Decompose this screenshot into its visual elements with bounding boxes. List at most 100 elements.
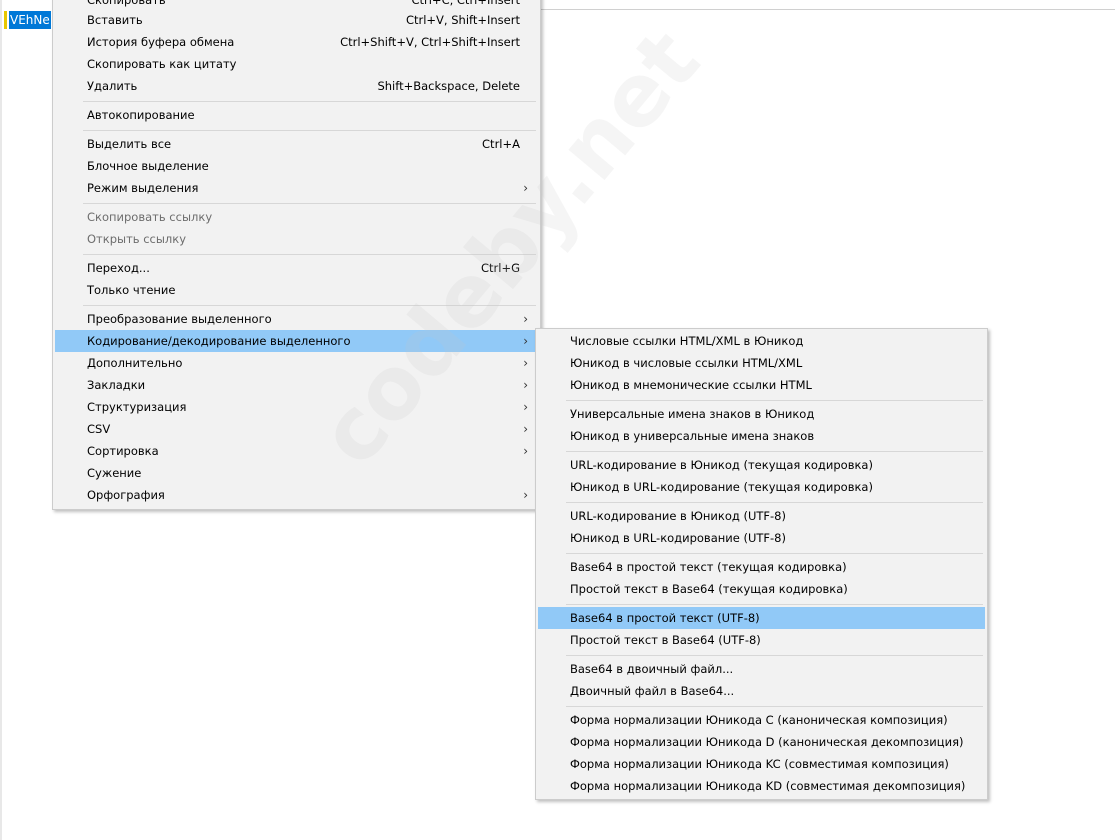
menu-item-goto[interactable]: Переход... Ctrl+G xyxy=(55,257,538,279)
menu-item-encode-decode-selection[interactable]: Кодирование/декодирование выделенного › xyxy=(55,330,538,352)
menu-item-label: Закладки xyxy=(87,378,146,392)
menu-separator xyxy=(83,130,536,131)
submenu-item-unicode-to-html-mnemonic[interactable]: Юникод в мнемонические ссылки HTML xyxy=(538,374,985,396)
context-menu: Скопировать Ctrl+C, Ctrl+Insert Вставить… xyxy=(52,0,541,510)
submenu-item-nfkc[interactable]: Форма нормализации Юникода KC (совместим… xyxy=(538,753,985,775)
submenu-item-label: Простой текст в Base64 (текущая кодировк… xyxy=(570,582,848,596)
submenu-item-label: Юникод в URL-кодирование (UTF-8) xyxy=(570,531,786,545)
submenu-item-label: Числовые ссылки HTML/XML в Юникод xyxy=(570,334,804,348)
menu-separator xyxy=(83,305,536,306)
menu-item-label: Сужение xyxy=(87,466,142,480)
menu-item-label: Преобразование выделенного xyxy=(87,312,272,326)
menu-item-open-link[interactable]: Открыть ссылку xyxy=(55,228,538,250)
menu-item-label: Удалить xyxy=(87,79,138,93)
submenu-item-unicode-to-url-utf8[interactable]: Юникод в URL-кодирование (UTF-8) xyxy=(538,527,985,549)
menu-item-block-selection[interactable]: Блочное выделение xyxy=(55,155,538,177)
menu-item-label: Переход... xyxy=(87,261,150,275)
menu-item-shortcut: Shift+Backspace, Delete xyxy=(377,79,520,93)
chevron-right-icon: › xyxy=(523,422,528,436)
submenu-item-nfd[interactable]: Форма нормализации Юникода D (каноническ… xyxy=(538,731,985,753)
encode-decode-submenu: Числовые ссылки HTML/XML в Юникод Юникод… xyxy=(535,328,988,800)
menu-item-paste[interactable]: Вставить Ctrl+V, Shift+Insert xyxy=(55,9,538,31)
submenu-item-base64-to-text-current[interactable]: Base64 в простой текст (текущая кодировк… xyxy=(538,556,985,578)
submenu-item-html-numeric-to-unicode[interactable]: Числовые ссылки HTML/XML в Юникод xyxy=(538,330,985,352)
chevron-right-icon: › xyxy=(523,356,528,370)
submenu-item-label: Юникод в числовые ссылки HTML/XML xyxy=(570,356,803,370)
menu-item-label: Орфография xyxy=(87,488,165,502)
menu-item-label: Автокопирование xyxy=(87,108,195,122)
submenu-item-unicode-to-url-current[interactable]: Юникод в URL-кодирование (текущая кодиро… xyxy=(538,476,985,498)
menu-item-spelling[interactable]: Орфография › xyxy=(55,484,538,506)
menu-item-label: Режим выделения xyxy=(87,181,199,195)
chevron-right-icon: › xyxy=(523,444,528,458)
menu-item-autocopy[interactable]: Автокопирование xyxy=(55,104,538,126)
submenu-item-base64-to-text-utf8[interactable]: Base64 в простой текст (UTF-8) xyxy=(538,607,985,629)
menu-separator xyxy=(566,655,983,656)
editor-selected-text[interactable]: VEhNe xyxy=(9,11,51,29)
menu-item-shortcut: Ctrl+V, Shift+Insert xyxy=(405,13,520,27)
submenu-item-label: URL-кодирование в Юникод (UTF-8) xyxy=(570,509,786,523)
menu-separator xyxy=(566,502,983,503)
chevron-right-icon: › xyxy=(523,181,528,195)
chevron-right-icon: › xyxy=(523,488,528,502)
menu-item-structuring[interactable]: Структуризация › xyxy=(55,396,538,418)
menu-item-select-all[interactable]: Выделить все Ctrl+A xyxy=(55,133,538,155)
menu-item-label: Сортировка xyxy=(87,444,159,458)
menu-separator xyxy=(566,604,983,605)
submenu-item-text-to-base64-current[interactable]: Простой текст в Base64 (текущая кодировк… xyxy=(538,578,985,600)
menu-item-selection-mode[interactable]: Режим выделения › xyxy=(55,177,538,199)
editor-left-border xyxy=(0,0,2,840)
submenu-item-label: Base64 в простой текст (текущая кодировк… xyxy=(570,560,847,574)
submenu-item-label: Двоичный файл в Base64... xyxy=(570,684,735,698)
submenu-item-nfkd[interactable]: Форма нормализации Юникода KD (совместим… xyxy=(538,775,985,797)
submenu-item-label: Универсальные имена знаков в Юникод xyxy=(570,407,815,421)
menu-item-label: Вставить xyxy=(87,13,143,27)
submenu-item-url-to-unicode-current[interactable]: URL-кодирование в Юникод (текущая кодиро… xyxy=(538,454,985,476)
chevron-right-icon: › xyxy=(523,334,528,348)
menu-item-advanced[interactable]: Дополнительно › xyxy=(55,352,538,374)
menu-item-label: Кодирование/декодирование выделенного xyxy=(87,334,351,348)
submenu-item-url-to-unicode-utf8[interactable]: URL-кодирование в Юникод (UTF-8) xyxy=(538,505,985,527)
menu-item-csv[interactable]: CSV › xyxy=(55,418,538,440)
menu-item-label: Скопировать ссылку xyxy=(87,210,213,224)
menu-item-read-only[interactable]: Только чтение xyxy=(55,279,538,301)
menu-item-delete[interactable]: Удалить Shift+Backspace, Delete xyxy=(55,75,538,97)
submenu-item-base64-to-binary[interactable]: Base64 в двоичный файл... xyxy=(538,658,985,680)
menu-item-shortcut: Ctrl+A xyxy=(482,137,520,151)
submenu-item-nfc[interactable]: Форма нормализации Юникода C (каноническ… xyxy=(538,709,985,731)
menu-separator xyxy=(566,451,983,452)
chevron-right-icon: › xyxy=(523,312,528,326)
menu-item-label: Только чтение xyxy=(87,283,176,297)
submenu-item-label: Юникод в универсальные имена знаков xyxy=(570,429,815,443)
submenu-item-label: Base64 в двоичный файл... xyxy=(570,662,734,676)
submenu-item-binary-to-base64[interactable]: Двоичный файл в Base64... xyxy=(538,680,985,702)
submenu-item-label: Форма нормализации Юникода KD (совместим… xyxy=(570,779,966,793)
submenu-item-unicode-to-ucn[interactable]: Юникод в универсальные имена знаков xyxy=(538,425,985,447)
menu-item-shortcut: Ctrl+Shift+V, Ctrl+Shift+Insert xyxy=(340,35,520,49)
menu-item-label: Открыть ссылку xyxy=(87,232,187,246)
menu-item-convert-selection[interactable]: Преобразование выделенного › xyxy=(55,308,538,330)
menu-item-copy-as-quote[interactable]: Скопировать как цитату xyxy=(55,53,538,75)
submenu-item-label: Base64 в простой текст (UTF-8) xyxy=(570,611,760,625)
menu-separator xyxy=(83,254,536,255)
chevron-right-icon: › xyxy=(523,400,528,414)
menu-item-label: Структуризация xyxy=(87,400,187,414)
menu-separator xyxy=(566,706,983,707)
menu-item-clipboard-history[interactable]: История буфера обмена Ctrl+Shift+V, Ctrl… xyxy=(55,31,538,53)
menu-item-label: CSV xyxy=(87,422,111,436)
menu-item-narrowing[interactable]: Сужение xyxy=(55,462,538,484)
menu-item-bookmarks[interactable]: Закладки › xyxy=(55,374,538,396)
menu-item-label: Выделить все xyxy=(87,137,172,151)
menu-item-shortcut: Ctrl+G xyxy=(480,261,520,275)
submenu-item-label: Форма нормализации Юникода D (каноническ… xyxy=(570,735,964,749)
menu-separator xyxy=(566,400,983,401)
submenu-item-text-to-base64-utf8[interactable]: Простой текст в Base64 (UTF-8) xyxy=(538,629,985,651)
gutter-marker xyxy=(4,11,7,29)
menu-item-copy-link[interactable]: Скопировать ссылку xyxy=(55,206,538,228)
submenu-item-ucn-to-unicode[interactable]: Универсальные имена знаков в Юникод xyxy=(538,403,985,425)
menu-item-sort[interactable]: Сортировка › xyxy=(55,440,538,462)
chevron-right-icon: › xyxy=(523,378,528,392)
submenu-item-label: Форма нормализации Юникода KC (совместим… xyxy=(570,757,949,771)
submenu-item-unicode-to-html-numeric[interactable]: Юникод в числовые ссылки HTML/XML xyxy=(538,352,985,374)
menu-item-label: Скопировать как цитату xyxy=(87,57,237,71)
